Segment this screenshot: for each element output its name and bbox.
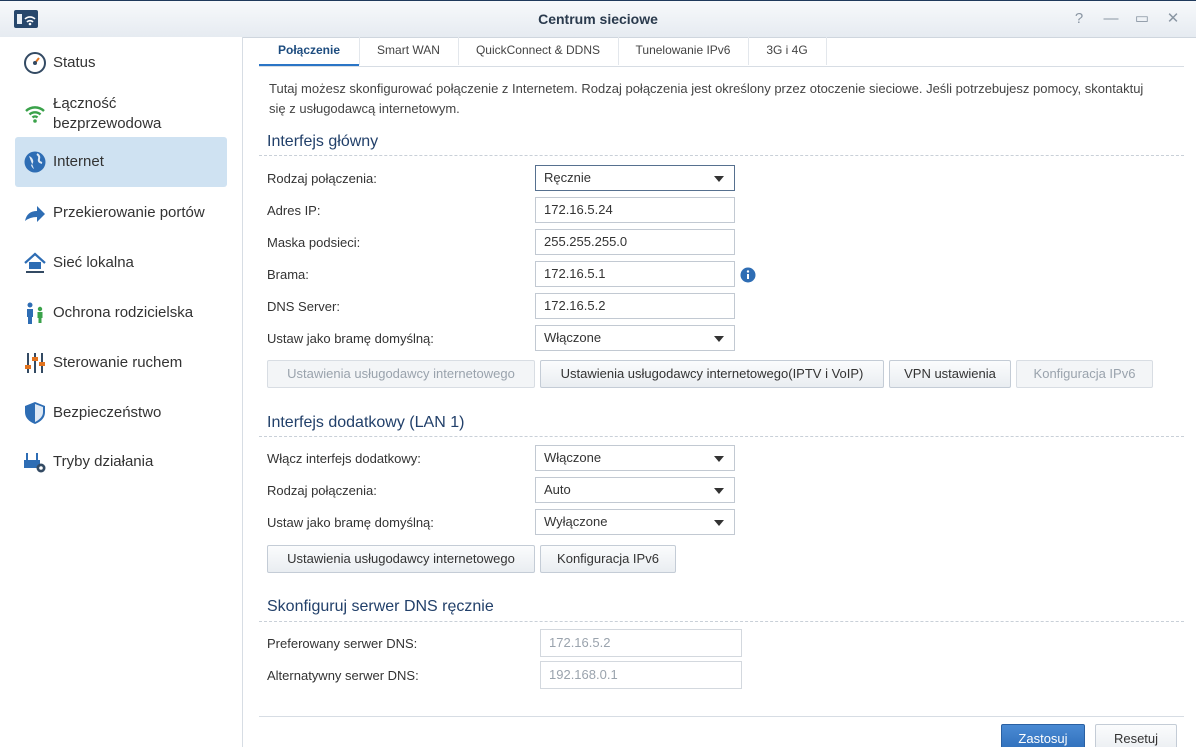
section-divider <box>259 621 1184 622</box>
vpn-settings-button[interactable]: VPN ustawienia <box>889 360 1011 388</box>
connection-type-value: Ręcznie <box>544 170 591 185</box>
sidebar-item-label: Przekierowanie portów <box>53 204 205 221</box>
shield-icon <box>25 402 45 424</box>
chevron-down-icon <box>714 336 724 342</box>
sidebar-item-local-network[interactable]: Sieć lokalna <box>15 238 227 288</box>
alternate-dns-input[interactable]: 192.168.0.1 <box>540 661 742 689</box>
sidebar-item-traffic-control[interactable]: Sterowanie ruchem <box>15 338 227 388</box>
section-title-dns-manual: Skonfiguruj serwer DNS ręcznie <box>267 598 494 615</box>
forward-arrow-icon <box>25 206 45 222</box>
sidebar-item-label: Internet <box>53 153 104 170</box>
enable-secondary-label: Włącz interfejs dodatkowy: <box>267 451 421 466</box>
sidebar-item-wireless[interactable]: Łączność bezprzewodowa <box>15 88 227 138</box>
sliders-icon <box>25 353 45 373</box>
window-title: Centrum sieciowe <box>538 11 658 27</box>
title-bar: Centrum sieciowe ? — ▭ ✕ <box>0 1 1196 38</box>
close-icon[interactable]: ✕ <box>1160 7 1186 31</box>
info-icon[interactable] <box>740 267 756 283</box>
connection-type-label: Rodzaj połączenia: <box>267 171 377 186</box>
section-divider <box>259 436 1184 437</box>
section-title-primary: Interfejs główny <box>267 133 379 150</box>
enable-secondary-value: Włączone <box>544 450 602 465</box>
alternate-dns-label: Alternatywny serwer DNS: <box>267 668 419 683</box>
connection-type-select[interactable]: Ręcznie <box>535 165 735 191</box>
subnet-mask-input[interactable]: 255.255.255.0 <box>535 229 735 255</box>
secondary-connection-type-select[interactable]: Auto <box>535 477 735 503</box>
tab-bar: Połączenie Smart WAN QuickConnect & DDNS… <box>259 37 1184 67</box>
sidebar-item-port-forwarding[interactable]: Przekierowanie portów <box>15 188 227 238</box>
default-gateway-value: Włączone <box>544 330 602 345</box>
home-network-icon <box>24 252 46 273</box>
help-icon[interactable]: ? <box>1066 7 1092 31</box>
secondary-isp-settings-button[interactable]: Ustawienia usługodawcy internetowego <box>267 545 535 573</box>
chevron-down-icon <box>714 520 724 526</box>
sidebar-item-label: Sieć lokalna <box>53 254 134 271</box>
network-center-window: Centrum sieciowe ? — ▭ ✕ Status Łączność… <box>0 0 1196 747</box>
section-divider <box>259 155 1184 156</box>
preferred-dns-label: Preferowany serwer DNS: <box>267 636 418 651</box>
isp-settings-button[interactable]: Ustawienia usługodawcy internetowego <box>267 360 535 388</box>
section-title-secondary: Interfejs dodatkowy (LAN 1) <box>267 414 465 431</box>
chevron-down-icon <box>714 456 724 462</box>
ip-address-label: Adres IP: <box>267 203 321 218</box>
sidebar-item-label: Łączność bezprzewodowa <box>53 95 162 132</box>
tab-smart-wan[interactable]: Smart WAN <box>359 37 459 65</box>
chevron-down-icon <box>714 176 724 182</box>
secondary-default-gateway-label: Ustaw jako bramę domyślną: <box>267 515 434 530</box>
ipv6-config-button[interactable]: Konfiguracja IPv6 <box>1016 360 1153 388</box>
globe-icon <box>24 151 46 173</box>
gateway-label: Brama: <box>267 267 309 282</box>
router-gear-icon <box>24 453 46 473</box>
gauge-icon <box>24 52 46 74</box>
sidebar-item-label: Sterowanie ruchem <box>53 354 183 371</box>
chevron-down-icon <box>714 488 724 494</box>
apply-button[interactable]: Zastosuj <box>1001 724 1085 747</box>
default-gateway-select[interactable]: Włączone <box>535 325 735 351</box>
tab-quickconnect-ddns[interactable]: QuickConnect & DDNS <box>458 37 619 65</box>
gateway-input[interactable]: 172.16.5.1 <box>535 261 735 287</box>
secondary-connection-type-value: Auto <box>544 482 571 497</box>
subnet-mask-label: Maska podsieci: <box>267 235 361 250</box>
sidebar-item-security[interactable]: Bezpieczeństwo <box>15 388 227 438</box>
secondary-ipv6-config-button[interactable]: Konfiguracja IPv6 <box>540 545 676 573</box>
tab-ipv6-tunneling[interactable]: Tunelowanie IPv6 <box>618 37 749 65</box>
sidebar-item-operation-modes[interactable]: Tryby działania <box>15 437 227 487</box>
footer-divider <box>259 716 1184 717</box>
wifi-icon <box>25 106 45 123</box>
secondary-connection-type-label: Rodzaj połączenia: <box>267 483 377 498</box>
default-gateway-label: Ustaw jako bramę domyślną: <box>267 331 434 346</box>
sidebar-item-status[interactable]: Status <box>15 38 227 88</box>
sidebar-item-label: Ochrona rodzicielska <box>53 304 194 321</box>
reset-button[interactable]: Resetuj <box>1095 724 1177 747</box>
ip-address-input[interactable]: 172.16.5.24 <box>535 197 735 223</box>
sidebar: Status Łączność bezprzewodowa Internet P… <box>0 37 243 747</box>
secondary-default-gateway-select[interactable]: Wyłączone <box>535 509 735 535</box>
sidebar-item-label: Bezpieczeństwo <box>53 404 162 421</box>
sidebar-item-parental-control[interactable]: Ochrona rodzicielska <box>15 288 227 338</box>
sidebar-item-label: Status <box>53 54 96 71</box>
sidebar-item-label: Tryby działania <box>53 453 154 470</box>
dns-server-label: DNS Server: <box>267 299 340 314</box>
secondary-default-gateway-value: Wyłączone <box>544 514 608 529</box>
main-panel: Połączenie Smart WAN QuickConnect & DDNS… <box>243 37 1196 747</box>
tab-connection[interactable]: Połączenie <box>259 37 360 66</box>
preferred-dns-input[interactable]: 172.16.5.2 <box>540 629 742 657</box>
enable-secondary-select[interactable]: Włączone <box>535 445 735 471</box>
tab-3g-4g[interactable]: 3G i 4G <box>748 37 827 65</box>
isp-iptv-voip-settings-button[interactable]: Ustawienia usługodawcy internetowego(IPT… <box>540 360 884 388</box>
sidebar-item-internet[interactable]: Internet <box>15 137 227 187</box>
description-text: Tutaj możesz skonfigurować połączenie z … <box>269 81 1144 116</box>
family-icon <box>27 302 43 324</box>
maximize-icon[interactable]: ▭ <box>1129 7 1155 31</box>
dns-server-input[interactable]: 172.16.5.2 <box>535 293 735 319</box>
minimize-icon[interactable]: — <box>1098 7 1124 31</box>
